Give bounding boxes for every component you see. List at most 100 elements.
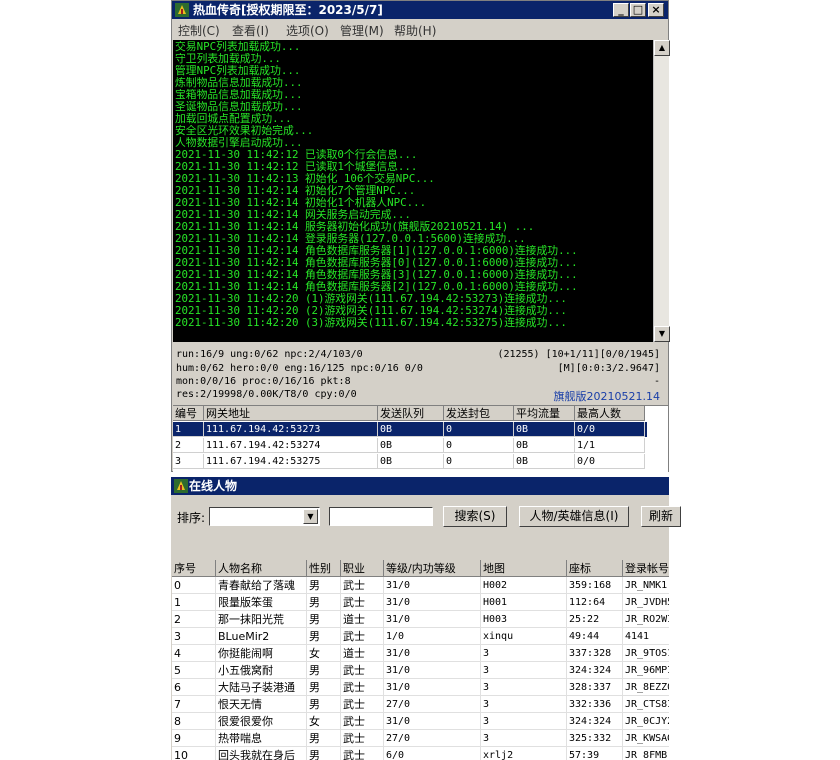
gateway-col-queue[interactable]: 发送队列 [378, 406, 444, 421]
gateway-col-id[interactable]: 编号 [173, 406, 204, 421]
player-coords: 328:337 [567, 679, 623, 696]
status-mon: mon:0/0/16 proc:0/16/16 pkt:8 [176, 376, 351, 387]
player-map: H001 [481, 594, 567, 611]
menu-view[interactable]: 查看(I) [232, 22, 269, 39]
player-account: JR_CTS8I [623, 696, 669, 713]
table-row[interactable]: 0 青春献给了落魂男武士 31/0 H002 359:168 JR_NMK1 [172, 577, 669, 594]
online-title-bar: 在线人物 [171, 477, 669, 495]
gateway-col-address[interactable]: 网关地址 [204, 406, 378, 421]
table-row[interactable]: 1 限量版笨蛋男武士 31/0 H001 112:64 JR_JVDH5 [172, 594, 669, 611]
log-line: 炼制物品信息加载成功... [175, 77, 303, 89]
search-button[interactable]: 搜索(S) [443, 506, 507, 527]
table-row[interactable]: 9 热带喘息男武士 27/0 3 325:332 JR_KWSAG [172, 730, 669, 747]
menu-bar: 控制(C) 查看(I) 选项(O) 管理(M) 帮助(H) [172, 19, 668, 39]
player-coords: 332:336 [567, 696, 623, 713]
player-gender: 女 [307, 713, 341, 730]
gateway-cell: 0 [444, 422, 514, 437]
gateway-col-maxusers[interactable]: 最高人数 [575, 406, 645, 421]
maximize-button[interactable]: □ [630, 3, 646, 17]
player-level: 31/0 [384, 713, 481, 730]
gateway-cell: 0B [378, 438, 444, 453]
player-name: 大陆马子装港通 [216, 679, 307, 696]
player-index: 4 [172, 645, 216, 662]
player-level: 31/0 [384, 577, 481, 594]
table-row[interactable]: 3 BLueMir2 男武士 1/0 xinqu 49:44 4141 [172, 628, 669, 645]
table-row[interactable]: 2 那一抹阳光荒男道士 31/0 H003 25:22 JR_RO2WI [172, 611, 669, 628]
player-job: 武士 [341, 679, 384, 696]
col-map[interactable]: 地图 [481, 560, 567, 577]
close-button[interactable]: × [648, 3, 664, 17]
player-index: 6 [172, 679, 216, 696]
player-level: 6/0 [384, 747, 481, 760]
menu-manage[interactable]: 管理(M) [340, 22, 384, 39]
table-row[interactable]: 6 大陆马子装港通男武士 31/0 3 328:337 JR_8EZZ0 [172, 679, 669, 696]
player-coords: 49:44 [567, 628, 623, 645]
player-name: 你挺能闹啊 [216, 645, 307, 662]
sort-dropdown[interactable]: ▼ [209, 507, 320, 526]
refresh-button[interactable]: 刷新 [641, 506, 681, 527]
scroll-down-button[interactable]: ▼ [654, 326, 670, 342]
log-line: 人物数据引擎启动成功... [175, 137, 303, 149]
gateway-col-traffic[interactable]: 平均流量 [514, 406, 575, 421]
player-job: 武士 [341, 696, 384, 713]
col-job[interactable]: 职业 [341, 560, 384, 577]
log-line: 2021-11-30 11:42:14 服务器初始化成功(旗舰版20210521… [175, 221, 535, 233]
log-line: 交易NPC列表加载成功... [175, 41, 301, 53]
player-index: 1 [172, 594, 216, 611]
player-account: JR_JVDH5 [623, 594, 669, 611]
gateway-col-packets[interactable]: 发送封包 [444, 406, 514, 421]
player-gender: 女 [307, 645, 341, 662]
minimize-button[interactable]: _ [613, 3, 629, 17]
col-name[interactable]: 人物名称 [216, 560, 307, 577]
version-label: 旗舰版20210521.14 [553, 390, 660, 403]
col-coords[interactable]: 座标 [567, 560, 623, 577]
player-gender: 男 [307, 747, 341, 760]
player-gender: 男 [307, 594, 341, 611]
col-gender[interactable]: 性别 [307, 560, 341, 577]
player-gender: 男 [307, 611, 341, 628]
table-row[interactable]: 7 恨天无情男武士 27/0 3 332:336 JR_CTS8I [172, 696, 669, 713]
col-index[interactable]: 序号 [172, 560, 216, 577]
online-title: 在线人物 [189, 479, 238, 493]
table-row[interactable]: 4 你挺能闹啊女道士 31/0 3 337:328 JR_9TOS1 [172, 645, 669, 662]
log-scrollbar[interactable]: ▲ ▼ [653, 40, 670, 342]
hero-info-button[interactable]: 人物/英雄信息(I) [519, 506, 629, 527]
gateway-row[interactable]: 3 111.67.194.42:53275 0B 0 0B 0/0 [173, 454, 647, 469]
status-memory: [M][0:0:3/2.9647] [557, 363, 660, 374]
gateway-cell: 111.67.194.42:53275 [204, 454, 378, 469]
search-input[interactable] [329, 507, 433, 526]
menu-help[interactable]: 帮助(H) [394, 22, 436, 39]
log-line: 2021-11-30 11:42:12 已读取0个行会信息... [175, 149, 418, 161]
col-level[interactable]: 等级/内功等级 [384, 560, 481, 577]
menu-options[interactable]: 选项(O) [286, 22, 329, 39]
player-map: xinqu [481, 628, 567, 645]
log-line: 2021-11-30 11:42:14 登录服务器(127.0.0.1:5600… [175, 233, 526, 245]
gateway-row[interactable]: 2 111.67.194.42:53274 0B 0 0B 1/1 [173, 438, 647, 453]
player-level: 31/0 [384, 662, 481, 679]
menu-control[interactable]: 控制(C) [178, 22, 220, 39]
scroll-up-button[interactable]: ▲ [654, 40, 670, 56]
log-console: 交易NPC列表加载成功... 守卫列表加载成功... 管理NPC列表加载成功... 炼… [173, 40, 653, 342]
gateway-cell: 0 [444, 454, 514, 469]
player-map: 3 [481, 730, 567, 747]
log-line: 2021-11-30 11:42:20 (2)游戏网关(111.67.194.4… [175, 305, 567, 317]
table-row[interactable]: 10 回头我就在身后男武士 6/0 xrlj2 57:39 JR_8FMB [172, 747, 669, 760]
log-line: 2021-11-30 11:42:20 (1)游戏网关(111.67.194.4… [175, 293, 567, 305]
player-gender: 男 [307, 662, 341, 679]
table-row[interactable]: 5 小五俄窝耐男武士 31/0 3 324:324 JR_96MPI [172, 662, 669, 679]
log-line: 2021-11-30 11:42:14 初始化7个管理NPC... [175, 185, 416, 197]
player-job: 道士 [341, 611, 384, 628]
player-name: 回头我就在身后 [216, 747, 307, 760]
player-job: 武士 [341, 662, 384, 679]
log-line: 2021-11-30 11:42:14 初始化1个机器人NPC... [175, 197, 427, 209]
chevron-down-icon[interactable]: ▼ [303, 509, 318, 524]
player-account: JR_8FMB [623, 747, 669, 760]
gateway-row[interactable]: 1 111.67.194.42:53273 0B 0 0B 0/0 [173, 422, 647, 437]
player-gender: 男 [307, 577, 341, 594]
log-line: 圣诞物品信息加载成功... [175, 101, 303, 113]
table-row[interactable]: 8 很爱很爱你女武士 31/0 3 324:324 JR_0CJY2 [172, 713, 669, 730]
player-coords: 57:39 [567, 747, 623, 760]
col-account[interactable]: 登录帐号 [623, 560, 669, 577]
player-name: 很爱很爱你 [216, 713, 307, 730]
player-name: 那一抹阳光荒 [216, 611, 307, 628]
